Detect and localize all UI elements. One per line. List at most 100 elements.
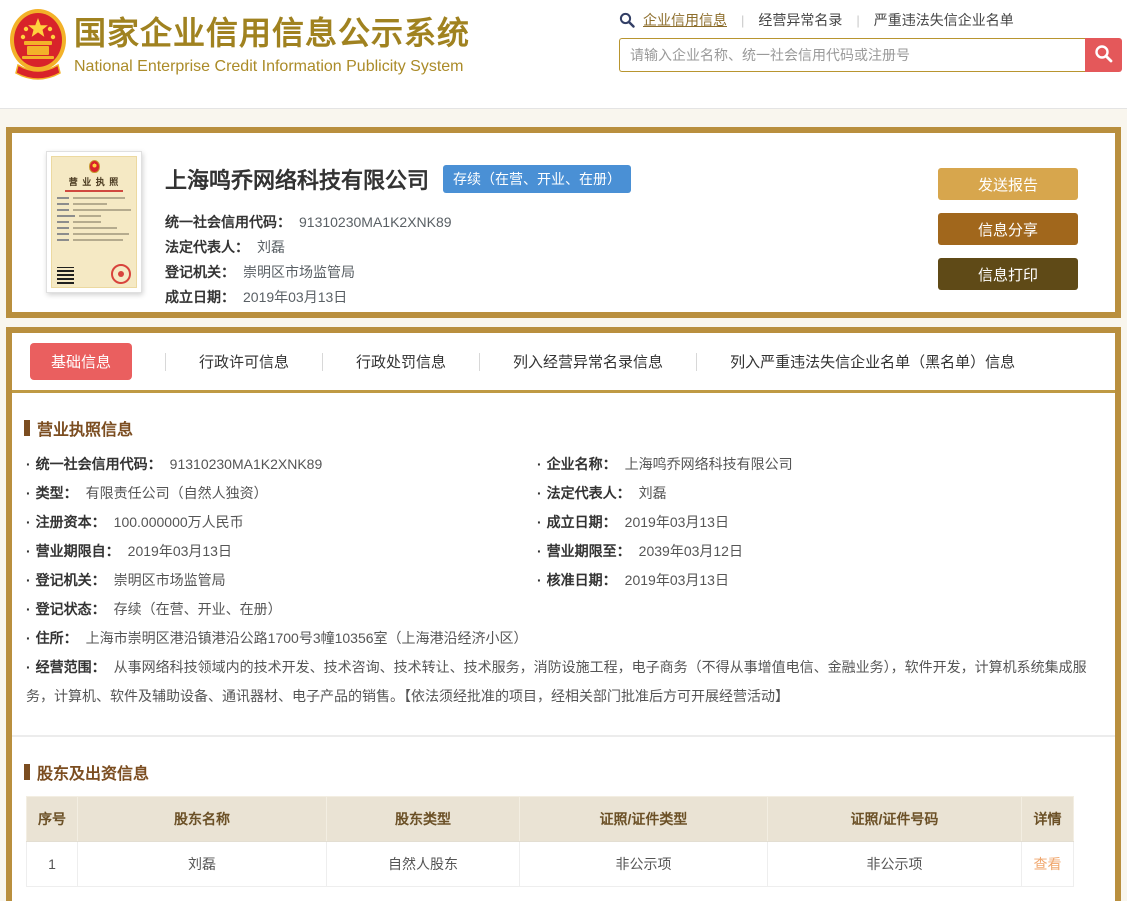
bullet: · <box>26 601 31 617</box>
info-label: 成立日期： <box>546 514 617 530</box>
info-row: · 登记状态： 存续（在营、开业、在册） <box>26 595 1101 624</box>
bullet: · <box>26 572 31 588</box>
site-title-chinese: 国家企业信用信息公示系统 <box>74 15 471 51</box>
shareholder-section-title: 股东及出资信息 <box>24 760 1115 784</box>
field-value: 刘磊 <box>257 239 285 255</box>
info-value: 100.000000万人民币 <box>113 514 244 530</box>
company-status-badge: 存续（在营、开业、在册） <box>443 165 632 193</box>
company-name: 上海鸣乔网络科技有限公司 <box>165 168 430 193</box>
info-row: · 营业期限自： 2019年03月13日 · 营业期限至： 2039年03月12日 <box>26 537 1101 566</box>
search-type-nav: 企业信用信息 | 经营异常名录 | 严重违法失信企业名单 <box>619 9 1122 31</box>
info-label: 类型： <box>35 485 78 501</box>
bullet: · <box>537 572 542 588</box>
info-value: 有限责任公司（自然人独资） <box>85 485 268 501</box>
field-label: 成立日期： <box>165 289 235 305</box>
section-divider <box>12 735 1115 737</box>
license-red-seal <box>111 264 131 284</box>
info-value: 2019年03月13日 <box>127 543 232 559</box>
bullet: · <box>26 456 31 472</box>
col-header-cert-type: 证照/证件类型 <box>519 796 768 842</box>
info-label: 登记状态： <box>35 601 106 617</box>
bullet: · <box>26 543 31 559</box>
cell-shareholder-name: 刘磊 <box>77 841 327 887</box>
bullet: · <box>537 485 542 501</box>
share-info-button[interactable]: 信息分享 <box>938 213 1078 245</box>
info-value: 上海鸣乔网络科技有限公司 <box>624 456 793 472</box>
field-value: 崇明区市场监管局 <box>243 264 355 280</box>
info-value: 刘磊 <box>638 485 667 501</box>
info-label: 营业期限自： <box>35 543 120 559</box>
info-value: 2019年03月13日 <box>624 514 729 530</box>
bullet: · <box>537 456 542 472</box>
info-label: 核准日期： <box>546 572 617 588</box>
table-row: 1 刘磊 自然人股东 非公示项 非公示项 查看 <box>26 841 1074 887</box>
bullet: · <box>537 543 542 559</box>
license-qr-code <box>57 267 74 284</box>
cell-no: 1 <box>26 841 78 887</box>
nav-link-serious-violations[interactable]: 严重违法失信企业名单 <box>874 10 1014 30</box>
company-field-legal-rep: 法定代表人： 刘磊 <box>165 235 631 260</box>
license-info-grid: · 统一社会信用代码： 91310230MA1K2XNK89 · 企业名称： 上海鸣乔网… <box>12 450 1115 711</box>
national-emblem-logo <box>8 7 68 86</box>
info-row-business-scope: · 经营范围： 从事网络科技领域内的技术开发、技术咨询、技术转让、技术服务，消防设施… <box>26 653 1101 711</box>
search-input[interactable] <box>619 38 1085 72</box>
info-value: 91310230MA1K2XNK89 <box>169 456 323 472</box>
license-emblem-icon <box>88 160 100 173</box>
nav-link-abnormal-operations[interactable]: 经营异常名录 <box>758 10 842 30</box>
info-label: 法定代表人： <box>546 485 631 501</box>
search-icon <box>619 12 635 28</box>
tab-separator <box>696 352 698 371</box>
tab-basic-info[interactable]: 基础信息 <box>30 343 133 380</box>
info-label: 经营范围： <box>35 659 106 675</box>
print-info-button[interactable]: 信息打印 <box>938 258 1078 290</box>
info-value: 存续（在营、开业、在册） <box>113 601 282 617</box>
table-header-row: 序号 股东名称 股东类型 证照/证件类型 证照/证件号码 详情 <box>26 796 1074 842</box>
bullet: · <box>26 630 31 646</box>
section-title-text: 营业执照信息 <box>37 422 134 439</box>
search-button[interactable] <box>1085 38 1122 72</box>
col-header-shareholder-type: 股东类型 <box>326 796 520 842</box>
tab-separator <box>479 352 481 371</box>
col-header-cert-number: 证照/证件号码 <box>767 796 1022 842</box>
info-label: 注册资本： <box>35 514 106 530</box>
bullet: · <box>26 659 31 675</box>
company-field-registration-authority: 登记机关： 崇明区市场监管局 <box>165 260 631 285</box>
info-row: · 类型： 有限责任公司（自然人独资） · 法定代表人： 刘磊 <box>26 479 1101 508</box>
send-report-button[interactable]: 发送报告 <box>938 168 1078 200</box>
info-row: · 注册资本： 100.000000万人民币 · 成立日期： 2019年03月13日 <box>26 508 1101 537</box>
site-title-english: National Enterprise Credit Information P… <box>74 58 464 75</box>
col-header-shareholder-name: 股东名称 <box>77 796 327 842</box>
field-value: 91310230MA1K2XNK89 <box>299 214 452 230</box>
detail-tabs: 基础信息 行政许可信息 行政处罚信息 列入经营异常名录信息 列入严重违法失信企业… <box>12 333 1115 393</box>
field-label: 登记机关： <box>165 264 235 280</box>
tab-separator <box>322 352 324 371</box>
bullet: · <box>26 485 31 501</box>
bullet: · <box>26 514 31 530</box>
info-row: · 登记机关： 崇明区市场监管局 · 核准日期： 2019年03月13日 <box>26 566 1101 595</box>
field-label: 法定代表人： <box>165 239 249 255</box>
section-title-text: 股东及出资信息 <box>37 766 150 783</box>
nav-link-enterprise-credit[interactable]: 企业信用信息 <box>643 10 727 30</box>
info-label: 住所： <box>35 630 78 646</box>
tab-administrative-penalty[interactable]: 行政处罚信息 <box>356 351 446 372</box>
company-detail-card: 基础信息 行政许可信息 行政处罚信息 列入经营异常名录信息 列入严重违法失信企业… <box>6 327 1121 901</box>
view-detail-link[interactable]: 查看 <box>1034 856 1062 872</box>
info-value: 从事网络科技领域内的技术开发、技术咨询、技术转让、技术服务，消防设施工程，电子商… <box>26 659 1087 704</box>
tab-serious-violations-blacklist[interactable]: 列入严重违法失信企业名单（黑名单）信息 <box>730 351 1015 372</box>
info-label: 统一社会信用代码： <box>35 456 162 472</box>
license-section-title: 营业执照信息 <box>24 416 1115 440</box>
company-field-establish-date: 成立日期： 2019年03月13日 <box>165 285 631 310</box>
col-header-detail: 详情 <box>1021 796 1074 842</box>
company-summary-card: 营 业 执 照 上海鸣乔网络科技有限公司 存续（在营、开业、在册） 统一社会信用… <box>6 127 1121 318</box>
nav-separator: | <box>856 12 860 28</box>
field-label: 统一社会信用代码： <box>165 214 291 230</box>
license-title: 营 业 执 照 <box>68 177 120 187</box>
info-value: 崇明区市场监管局 <box>113 572 226 588</box>
business-license-image: 营 业 执 照 <box>46 151 142 293</box>
tab-administrative-license[interactable]: 行政许可信息 <box>199 351 289 372</box>
cell-cert-type: 非公示项 <box>519 841 768 887</box>
info-label: 登记机关： <box>35 572 106 588</box>
info-label: 营业期限至： <box>546 543 631 559</box>
cell-shareholder-type: 自然人股东 <box>326 841 520 887</box>
tab-abnormal-operations-list[interactable]: 列入经营异常名录信息 <box>513 351 663 372</box>
